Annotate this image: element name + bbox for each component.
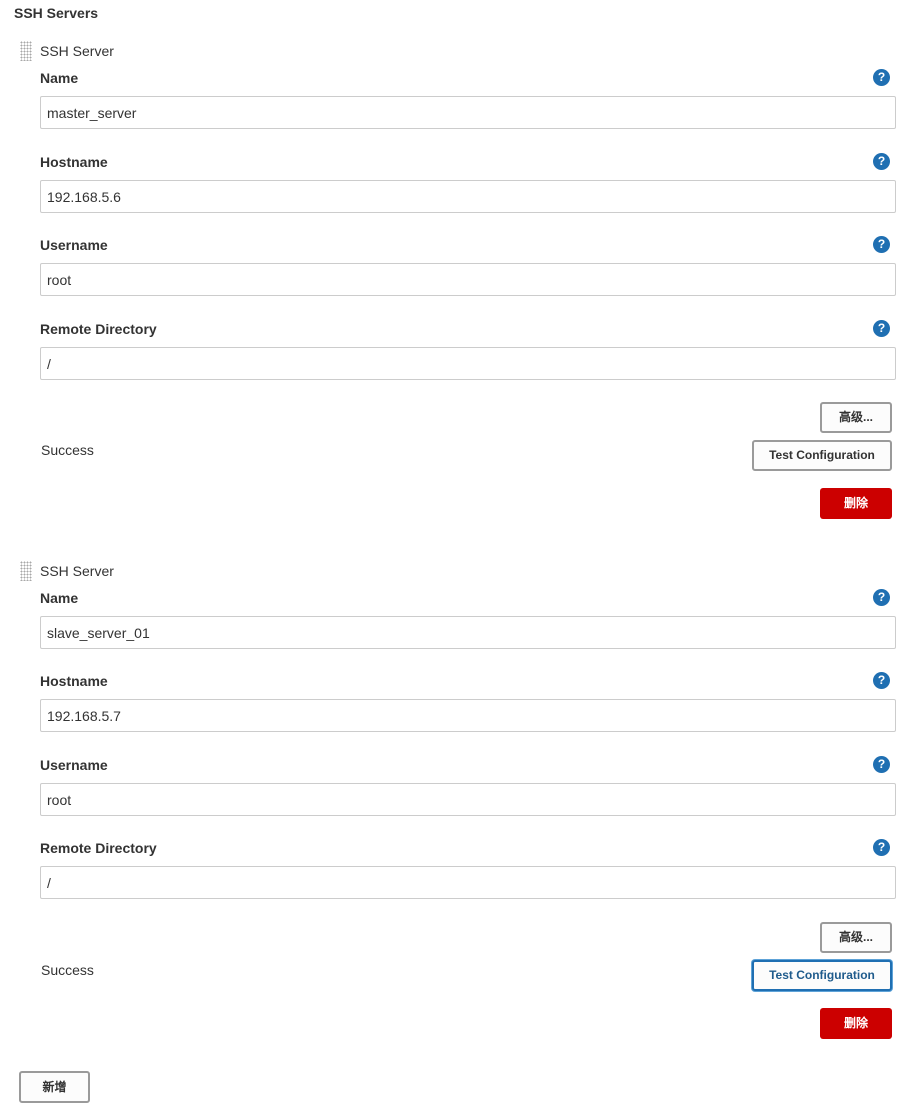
ssh-server-block: SSH Server Name ? Hostname ? Username ? … [0, 41, 920, 531]
help-icon[interactable]: ? [873, 69, 890, 86]
ssh-server-block: SSH Server Name ? Hostname ? Username ? … [0, 561, 920, 1051]
remote-directory-input[interactable] [40, 866, 896, 899]
name-label: Name [40, 70, 79, 86]
hostname-label: Hostname [40, 673, 108, 689]
remote-directory-input[interactable] [40, 347, 896, 380]
username-label: Username [40, 237, 108, 253]
help-icon[interactable]: ? [873, 672, 890, 689]
remote-directory-label: Remote Directory [40, 321, 157, 337]
test-configuration-button[interactable]: Test Configuration [752, 440, 892, 471]
test-status-text: Success [41, 442, 94, 458]
drag-handle-icon[interactable] [20, 561, 32, 581]
remote-directory-label: Remote Directory [40, 840, 157, 856]
hostname-input[interactable] [40, 699, 896, 732]
delete-button[interactable]: 删除 [820, 1008, 892, 1039]
advanced-button[interactable]: 高级... [820, 922, 892, 953]
test-configuration-button[interactable]: Test Configuration [752, 960, 892, 991]
help-icon[interactable]: ? [873, 839, 890, 856]
help-icon[interactable]: ? [873, 236, 890, 253]
test-status-text: Success [41, 962, 94, 978]
delete-button[interactable]: 删除 [820, 488, 892, 519]
name-label: Name [40, 590, 79, 606]
help-icon[interactable]: ? [873, 589, 890, 606]
advanced-button[interactable]: 高级... [820, 402, 892, 433]
ssh-server-title: SSH Server [40, 563, 114, 579]
hostname-label: Hostname [40, 154, 108, 170]
ssh-server-title: SSH Server [40, 43, 114, 59]
section-title: SSH Servers [14, 5, 99, 21]
username-label: Username [40, 757, 108, 773]
add-server-button[interactable]: 新增 [19, 1071, 90, 1103]
help-icon[interactable]: ? [873, 320, 890, 337]
drag-handle-icon[interactable] [20, 41, 32, 61]
help-icon[interactable]: ? [873, 756, 890, 773]
name-input[interactable] [40, 96, 896, 129]
username-input[interactable] [40, 263, 896, 296]
username-input[interactable] [40, 783, 896, 816]
name-input[interactable] [40, 616, 896, 649]
hostname-input[interactable] [40, 180, 896, 213]
help-icon[interactable]: ? [873, 153, 890, 170]
